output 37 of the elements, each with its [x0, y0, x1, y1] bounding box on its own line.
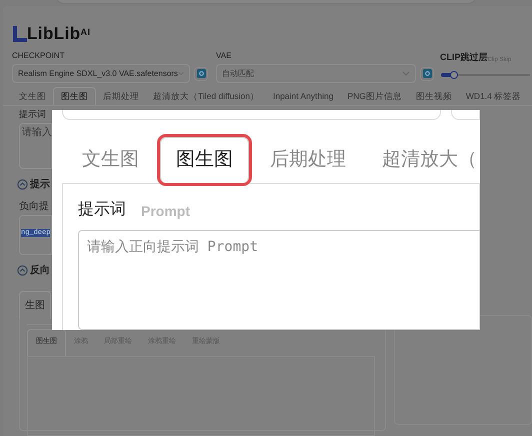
chevron-icon	[178, 71, 184, 76]
clip-skip-slider[interactable]	[441, 70, 530, 78]
logo-icon	[13, 26, 27, 42]
refresh-icon	[196, 69, 206, 78]
collapse-icon[interactable]	[17, 178, 28, 190]
tab[interactable]: 超清放大（Tiled diffusion）	[146, 87, 266, 105]
field-label: VAE	[216, 50, 232, 62]
tab[interactable]: WD1.4 标签器	[458, 87, 528, 105]
field-label: CHECKPOINT	[12, 50, 66, 62]
prompt-field[interactable]: 请输入	[19, 122, 52, 168]
vae-select[interactable]: 自动匹配	[216, 64, 416, 83]
section-label: 提示	[30, 178, 50, 192]
prompt-hint: Prompt	[141, 202, 190, 221]
prompt-label: 提示词	[78, 200, 126, 220]
tab[interactable]: 图生图	[160, 137, 249, 183]
tab[interactable]: 文生图	[67, 137, 154, 183]
tab[interactable]: Inpaint Anything	[266, 87, 340, 105]
tab[interactable]: 图生图	[53, 87, 96, 105]
tab[interactable]: 超清放大（	[367, 137, 480, 183]
collapse-icon[interactable]	[17, 264, 28, 276]
refresh-button[interactable]	[194, 66, 208, 80]
refresh-icon	[422, 69, 432, 78]
checkpoint-select[interactable]: Realism Engine SDXL_v3.0 VAE.safetensors	[12, 64, 190, 83]
section-label: 反向	[30, 264, 50, 278]
refresh-button[interactable]	[420, 66, 434, 80]
negative-prompt-label: 负向提	[19, 200, 50, 214]
tab[interactable]: 后期处理	[96, 87, 146, 105]
logo-text: LibLib$^{AI}$	[27, 25, 90, 42]
chevron-icon	[402, 71, 410, 76]
tab[interactable]: 后期处理	[255, 137, 361, 183]
tab[interactable]: PNG图片信息	[340, 87, 409, 105]
field-label: CLIP跳过层	[440, 51, 488, 62]
tab[interactable]: 生图	[19, 290, 51, 318]
tab[interactable]: 文生图	[12, 87, 53, 105]
prompt-label: 提示词	[19, 108, 47, 121]
tab[interactable]: 图生视频	[408, 87, 459, 105]
prompt-field[interactable]: 请输入正向提示词 Prompt	[78, 230, 480, 330]
